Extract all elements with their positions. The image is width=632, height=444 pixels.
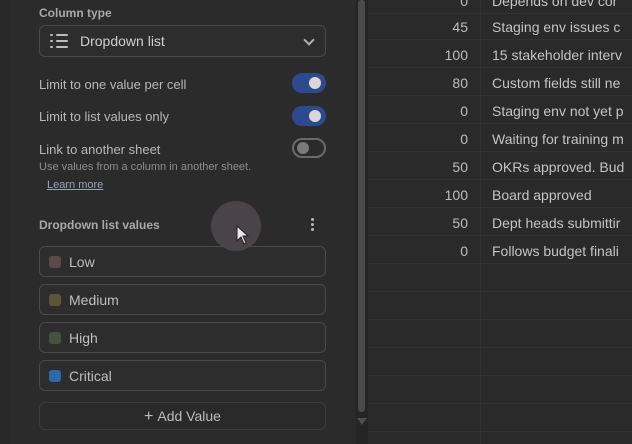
value-label: Critical — [69, 368, 112, 384]
progress-cell[interactable]: 0 — [408, 103, 468, 119]
value-label: Low — [69, 254, 95, 270]
limit-one-value-label: Limit to one value per cell — [39, 77, 187, 92]
table-row[interactable]: 100 15 stakeholder interv — [368, 40, 632, 68]
progress-cell[interactable]: 100 — [408, 47, 468, 63]
plus-icon: + — [144, 408, 154, 425]
table-row-empty[interactable] — [368, 320, 632, 348]
dropdown-value-low[interactable]: Low — [39, 246, 326, 277]
table-row-empty[interactable] — [368, 404, 632, 432]
table-row-empty[interactable] — [368, 292, 632, 320]
table-row[interactable]: 50 Dept heads submittir — [368, 208, 632, 236]
column-type-select[interactable]: Dropdown list — [39, 25, 326, 57]
learn-more-link[interactable]: Learn more — [47, 179, 103, 191]
column-type-value: Dropdown list — [80, 33, 165, 49]
link-help-text: Use values from a column in another shee… — [39, 161, 252, 173]
progress-cell[interactable]: 0 — [408, 0, 468, 9]
limit-list-values-toggle[interactable] — [292, 106, 326, 126]
color-swatch[interactable] — [49, 332, 61, 344]
table-row[interactable]: 45 Staging env issues c — [368, 12, 632, 40]
notes-cell[interactable]: Dept heads submittir — [492, 215, 632, 231]
progress-cell[interactable]: 100 — [408, 187, 468, 203]
value-label: High — [69, 330, 98, 346]
dropdown-value-critical[interactable]: Critical — [39, 360, 326, 391]
color-swatch[interactable] — [49, 256, 61, 268]
progress-cell[interactable]: 0 — [408, 131, 468, 147]
notes-cell[interactable]: Follows budget finali — [492, 243, 632, 259]
table-row[interactable]: 100 Board approved — [368, 180, 632, 208]
notes-cell[interactable]: Custom fields still ne — [492, 75, 632, 91]
table-row-empty[interactable] — [368, 264, 632, 292]
color-swatch[interactable] — [49, 294, 61, 306]
link-another-sheet-toggle[interactable] — [292, 138, 326, 158]
dropdown-values-header: Dropdown list values — [39, 218, 160, 232]
table-row-empty[interactable] — [368, 348, 632, 376]
scroll-down-arrow[interactable] — [357, 418, 367, 425]
add-value-button[interactable]: + Add Value — [39, 402, 326, 430]
link-another-sheet-label: Link to another sheet — [39, 142, 161, 157]
progress-cell[interactable]: 50 — [408, 159, 468, 175]
mouse-pointer-icon — [236, 225, 250, 245]
dropdown-value-high[interactable]: High — [39, 322, 326, 353]
table-row[interactable]: 50 OKRs approved. Bud — [368, 152, 632, 180]
table-row[interactable]: 0 Staging env not yet p — [368, 96, 632, 124]
notes-cell[interactable]: Depends on dev cor — [492, 0, 632, 9]
notes-cell[interactable]: OKRs approved. Bud — [492, 159, 632, 175]
dropdown-value-medium[interactable]: Medium — [39, 284, 326, 315]
table-row[interactable]: 80 Custom fields still ne — [368, 68, 632, 96]
table-row-empty[interactable] — [368, 376, 632, 404]
notes-cell[interactable]: Waiting for training m — [492, 131, 632, 147]
table-row[interactable]: 0 Follows budget finali — [368, 236, 632, 264]
spreadsheet-area: 0 Depends on dev cor 45 Staging env issu… — [368, 0, 632, 444]
progress-cell[interactable]: 80 — [408, 75, 468, 91]
progress-cell[interactable]: 45 — [408, 19, 468, 35]
limit-list-values-label: Limit to list values only — [39, 109, 170, 124]
add-value-label: Add Value — [157, 408, 221, 424]
column-type-label: Column type — [39, 6, 112, 20]
value-label: Medium — [69, 292, 119, 308]
color-swatch[interactable] — [49, 370, 61, 382]
notes-cell[interactable]: Board approved — [492, 187, 632, 203]
progress-cell[interactable]: 50 — [408, 215, 468, 231]
limit-one-value-toggle[interactable] — [292, 73, 326, 93]
notes-cell[interactable]: 15 stakeholder interv — [492, 47, 632, 63]
notes-cell[interactable]: Staging env issues c — [492, 19, 632, 35]
more-options-icon[interactable] — [309, 218, 315, 232]
chevron-down-icon — [303, 34, 315, 46]
notes-cell[interactable]: Staging env not yet p — [492, 103, 632, 119]
progress-cell[interactable]: 0 — [408, 243, 468, 259]
grid-left-edge — [0, 0, 10, 444]
table-row[interactable]: 0 Waiting for training m — [368, 124, 632, 152]
list-icon — [50, 34, 68, 48]
scrollbar-thumb[interactable] — [358, 0, 365, 412]
